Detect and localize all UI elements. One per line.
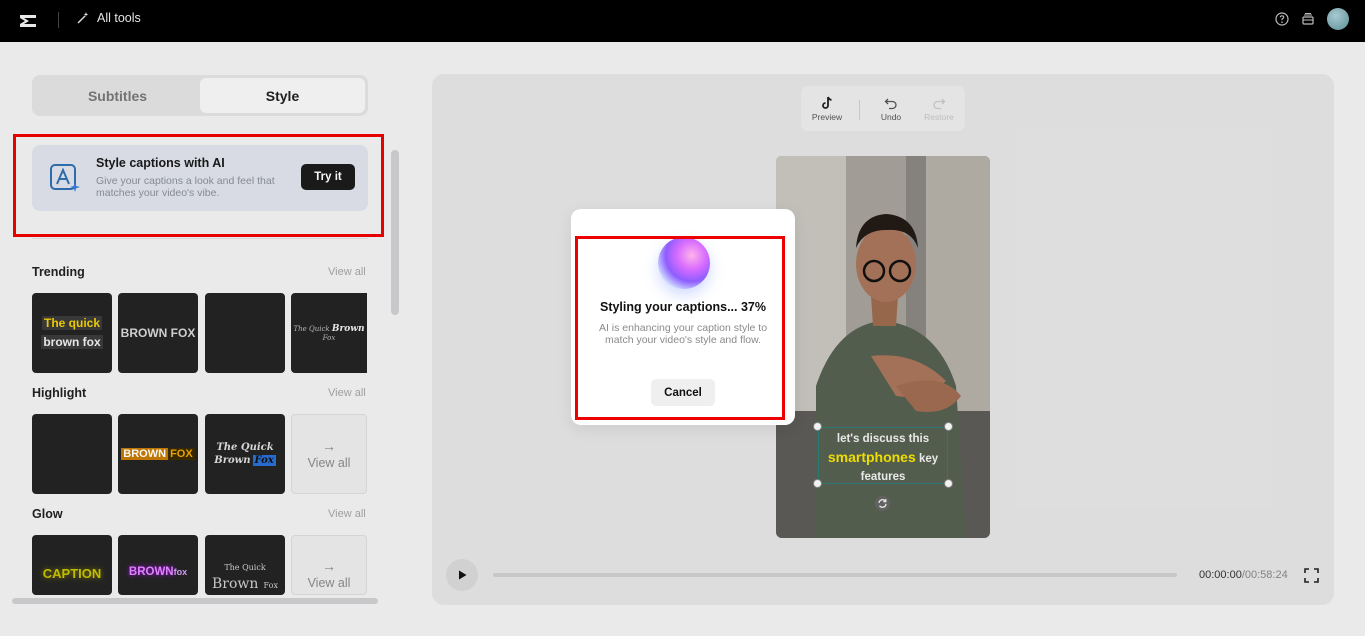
all-tools-button[interactable]: All tools: [76, 11, 141, 25]
avatar[interactable]: [1327, 8, 1349, 30]
help-icon[interactable]: [1275, 12, 1289, 26]
dialog-description: AI is enhancing your caption style to ma…: [598, 322, 768, 346]
top-bar: All tools: [0, 0, 1365, 42]
capcut-logo-icon[interactable]: [17, 10, 39, 32]
magic-wand-icon: [77, 12, 89, 24]
ai-orb-icon: [658, 237, 710, 289]
all-tools-label: All tools: [97, 11, 141, 25]
inbox-icon[interactable]: [1301, 12, 1315, 26]
topbar-divider: [58, 12, 59, 28]
dialog-title: Styling your captions... 37%: [599, 300, 766, 314]
cancel-button[interactable]: Cancel: [651, 379, 715, 406]
topbar-right: [1275, 8, 1349, 30]
